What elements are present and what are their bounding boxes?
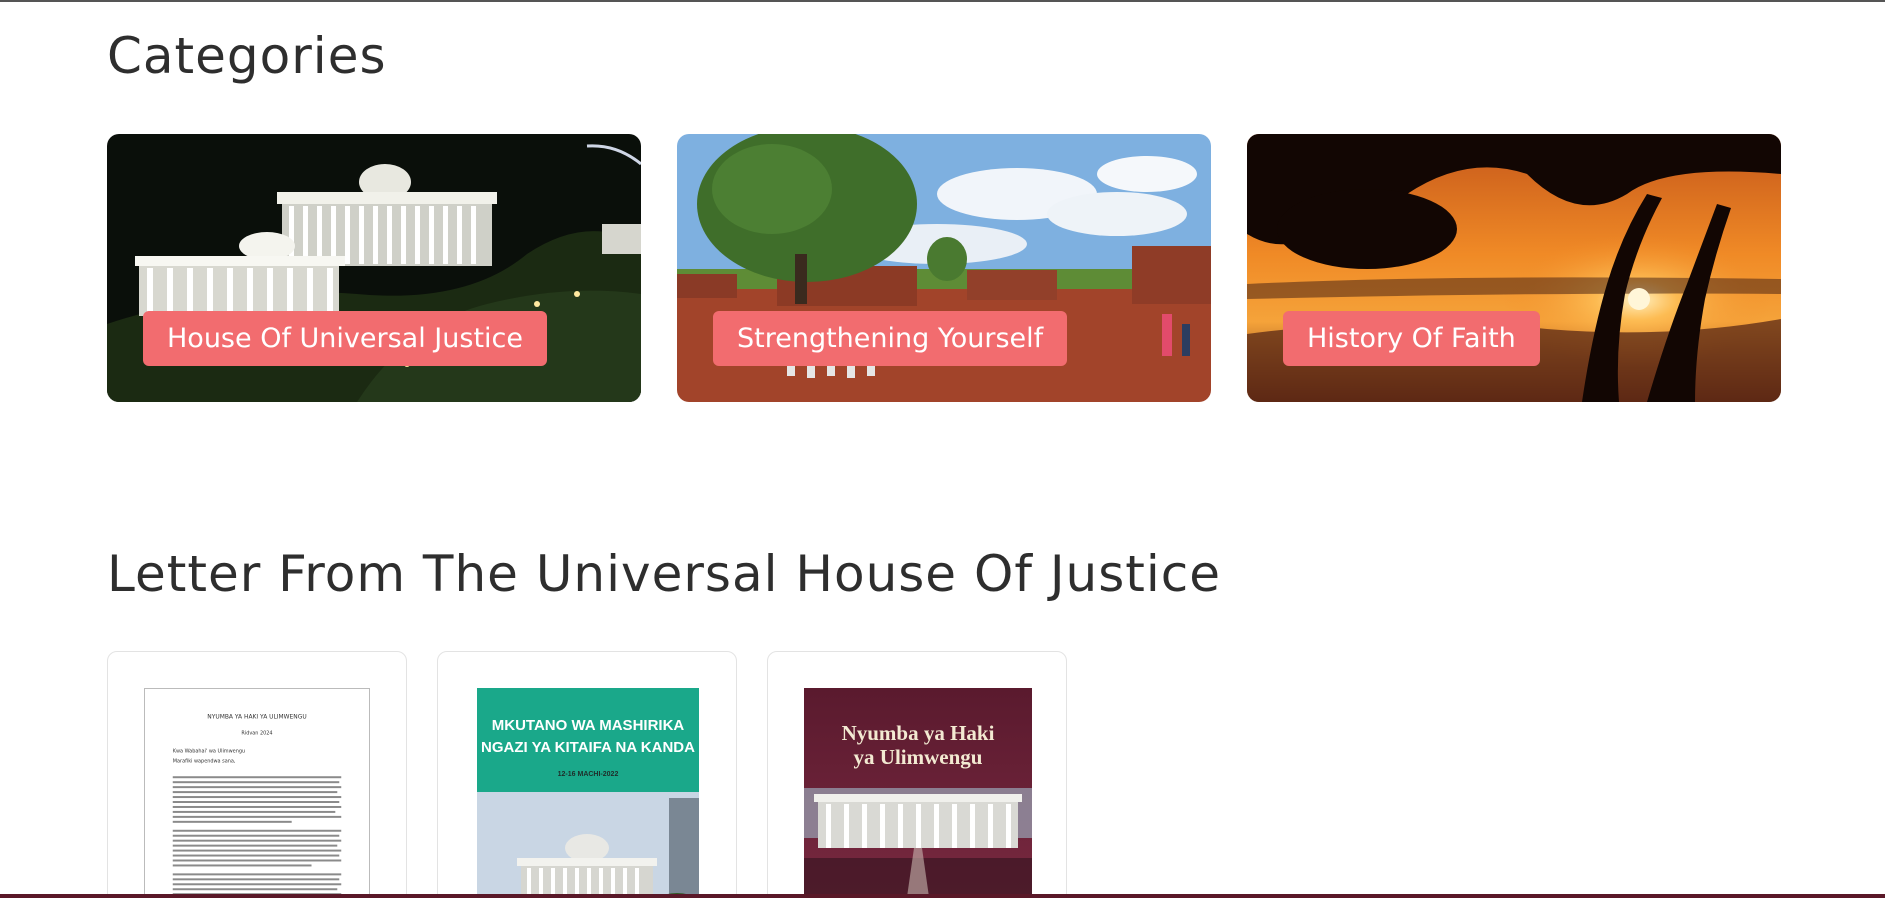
top-border	[0, 0, 1885, 2]
house-of-justice-cover-preview: Nyumba ya Haki ya Ulimwengu	[804, 688, 1032, 898]
svg-text:MKUTANO WA MASHIRIKA: MKUTANO WA MASHIRIKA	[492, 717, 685, 734]
svg-text:Marafiki wapendwa sana,: Marafiki wapendwa sana,	[173, 758, 236, 764]
svg-text:Ridvan 2024: Ridvan 2024	[241, 731, 272, 737]
document-card[interactable]: MKUTANO WA MASHIRIKA NGAZI YA KITAIFA NA…	[437, 651, 737, 898]
svg-text:12-16 MACHI-2022: 12-16 MACHI-2022	[558, 771, 619, 778]
svg-text:Kwa Wabahai' wa Ulimwengu: Kwa Wabahai' wa Ulimwengu	[173, 748, 245, 754]
categories-heading: Categories	[107, 27, 387, 85]
category-card-strengthening-yourself[interactable]: Strengthening Yourself	[677, 134, 1211, 402]
document-card[interactable]: Nyumba ya Haki ya Ulimwengu	[767, 651, 1067, 898]
document-thumbnail: Nyumba ya Haki ya Ulimwengu	[804, 688, 1032, 898]
svg-text:NGAZI YA KITAIFA NA KANDA: NGAZI YA KITAIFA NA KANDA	[481, 739, 695, 756]
letters-heading: Letter From The Universal House Of Justi…	[107, 545, 1222, 603]
category-label: History Of Faith	[1283, 311, 1540, 366]
svg-text:ya Ulimwengu: ya Ulimwengu	[854, 745, 983, 769]
document-card[interactable]: NYUMBA YA HAKI YA ULIMWENGU Ridvan 2024 …	[107, 651, 407, 898]
category-card-history-of-faith[interactable]: History Of Faith	[1247, 134, 1781, 402]
svg-text:Nyumba ya Haki: Nyumba ya Haki	[842, 721, 995, 745]
svg-text:NYUMBA YA HAKI YA ULIMWENGU: NYUMBA YA HAKI YA ULIMWENGU	[207, 714, 306, 721]
conference-cover-preview: MKUTANO WA MASHIRIKA NGAZI YA KITAIFA NA…	[477, 688, 699, 898]
bottom-edge-strip	[0, 894, 1885, 898]
category-card-house-of-universal-justice[interactable]: House Of Universal Justice	[107, 134, 641, 402]
document-thumbnail: NYUMBA YA HAKI YA ULIMWENGU Ridvan 2024 …	[144, 688, 370, 898]
document-thumbnail: MKUTANO WA MASHIRIKA NGAZI YA KITAIFA NA…	[477, 688, 699, 898]
letter-page-preview: NYUMBA YA HAKI YA ULIMWENGU Ridvan 2024 …	[145, 689, 369, 898]
category-label: House Of Universal Justice	[143, 311, 547, 366]
category-label: Strengthening Yourself	[713, 311, 1068, 366]
